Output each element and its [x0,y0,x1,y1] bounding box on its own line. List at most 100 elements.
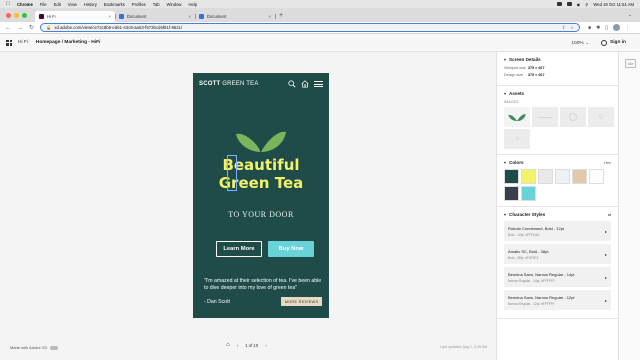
address-bar[interactable]: 🔒 xd.adobe.com/view/ce72c8b5-ed61-43c8-a… [40,23,581,32]
character-styles-header[interactable]: ▾ Character Styles ⇄ [504,212,611,217]
extension-icon[interactable]: ■ [588,25,591,31]
design-value: 375 × 667 [528,73,545,77]
color-swatch[interactable] [572,169,587,184]
menu-edit[interactable]: Edit [54,2,61,7]
link-icon[interactable]: ⇄ [608,212,611,217]
screen-details-header[interactable]: ▾ Screen Details [504,57,611,62]
tab-title: Document [127,14,147,19]
assets-header[interactable]: ▾ Assets [504,91,611,96]
search-icon[interactable]: ⚲ [585,2,588,7]
close-tab-icon[interactable]: × [188,14,191,19]
learn-more-button[interactable]: Learn More [216,241,262,257]
menu-help[interactable]: Help [188,2,197,7]
forward-arrow-icon[interactable]: → [17,25,23,31]
asset-placeholder[interactable]: ⚲ [588,107,614,127]
sidebar-icon[interactable]: ▯ [605,25,608,31]
style-name: Amatic SC, Bold - 38pt [508,248,549,254]
bookmark-star-icon[interactable]: ☆ [570,25,574,31]
macos-menubar:  Chrome File Edit View History Bookmark… [0,0,640,8]
logo-bold: SCOTT [199,81,221,87]
zoom-dropdown[interactable]: 100% ⌄ [571,40,589,46]
close-tab-icon[interactable]: × [268,14,271,19]
prev-screen-chevron-icon[interactable]: ‹ [237,343,238,348]
style-name: Bennina Sans, Narrow Regular - 14pt [508,271,575,277]
menu-view[interactable]: View [68,2,77,7]
style-detail: Narrow Regular - 12pt, #FFFFFF [508,301,555,306]
hero-title: Beautiful Green Tea [193,156,329,192]
buy-now-button[interactable]: Buy Now [268,241,314,257]
kebab-menu-icon[interactable]: ⋮ [625,25,630,31]
search-icon[interactable] [288,80,296,88]
url-text[interactable]: xd.adobe.com/view/ce72c8b5-ed61-43c8-aa6… [54,25,182,30]
design-size-row: Design size 375 × 667 [504,73,611,77]
tab-document-2[interactable]: Document × [195,11,275,22]
sign-in-button[interactable]: Sign in [601,39,626,46]
doc-favicon-icon [119,14,124,19]
wifi-icon[interactable]: ◉ [577,2,581,7]
share-icon[interactable]: ⇪ [562,25,566,31]
battery-icon[interactable] [566,2,572,6]
color-swatch[interactable] [504,169,519,184]
character-style-item[interactable]: Bennina Sans, Narrow Regular - 12pt Narro… [504,290,611,310]
artboard-homepage[interactable]: SCOTT GREEN TEA Beautiful Green Tea TO Y… [193,73,329,318]
color-swatch[interactable] [538,169,553,184]
menu-tab[interactable]: Tab [153,2,160,7]
home-icon[interactable] [301,80,309,88]
style-detail: Bold - 38pt, #F3F3F3 [508,255,539,260]
close-tab-icon[interactable]: × [108,14,111,19]
menu-file[interactable]: File [40,2,47,7]
tab-document-1[interactable]: Document × [115,11,195,22]
tab-hifi[interactable]: Hi Fi × [35,11,115,22]
tea-leaf-icon [508,114,526,122]
lock-icon[interactable]: 🔒 [46,25,51,31]
back-arrow-icon[interactable]: ← [5,25,11,31]
menu-profiles[interactable]: Profiles [132,2,146,7]
sign-in-label: Sign in [610,40,626,45]
color-swatch[interactable] [521,186,536,201]
profile-avatar[interactable] [613,24,621,31]
color-swatch[interactable] [555,169,570,184]
color-swatch[interactable] [589,169,604,184]
project-label[interactable]: Hi Fi [18,40,28,45]
character-style-item[interactable]: Roboto Condensed, Bold - 12pt Bold - 12pt… [504,221,611,241]
hero-title-line-1: Beautiful [222,156,300,174]
browser-tabbar: Hi Fi × Document × Document × + ⌄ [0,8,640,22]
color-format-dropdown[interactable]: Hex [604,161,611,165]
artboard-nav-icons [288,80,323,88]
home-icon[interactable]: ⌂ [226,342,230,348]
hotspot-toggle[interactable] [50,345,59,350]
brand-logo[interactable]: SCOTT GREEN TEA [199,81,259,87]
next-screen-chevron-icon[interactable]: › [265,343,266,348]
menu-app[interactable]: Chrome [17,2,33,7]
minimize-window-button[interactable] [14,12,19,18]
asset-placeholder[interactable] [560,107,586,127]
clock[interactable]: Wed 19 Oct 11:51 AM [593,2,634,7]
hero-subtitle: TO YOUR DOOR [228,210,294,219]
testimonial-author: - Dan Scott [204,299,230,305]
more-reviews-button[interactable]: MORE REVIEWS [281,297,322,306]
grid-view-icon[interactable] [6,39,12,46]
tab-search-chevron-icon[interactable]: ⌄ [628,12,632,18]
asset-leaf[interactable] [504,107,530,127]
maximize-window-button[interactable] [22,12,27,18]
menu-bookmarks[interactable]: Bookmarks [104,2,125,7]
asset-placeholder[interactable]: ≡ [504,129,530,149]
new-tab-button[interactable]: + [279,12,283,19]
menu-history[interactable]: History [84,2,97,7]
apple-icon[interactable]:  [6,1,11,7]
color-swatch[interactable] [504,186,519,201]
style-detail: Narrow Regular - 14pt, #FFFFFF [508,278,555,283]
menu-window[interactable]: Window [167,2,182,7]
puzzle-icon[interactable]: ✱ [596,25,600,31]
asset-placeholder[interactable] [532,107,558,127]
xd-header: Hi Fi Homepage / Marketing - HiFi 100% ⌄ … [0,34,640,52]
code-icon[interactable]: </> [625,59,636,68]
close-window-button[interactable] [6,12,11,18]
reload-icon[interactable]: ↻ [29,24,34,31]
character-style-item[interactable]: Amatic SC, Bold - 38pt Bold - 38pt, #F3F3… [504,244,611,264]
status-icon[interactable] [556,2,562,6]
color-swatch[interactable] [521,169,536,184]
colors-header[interactable]: ▾ Colors Hex [504,160,611,165]
character-style-item[interactable]: Bennina Sans, Narrow Regular - 14pt Narro… [504,267,611,287]
hamburger-menu-icon[interactable] [314,80,323,88]
